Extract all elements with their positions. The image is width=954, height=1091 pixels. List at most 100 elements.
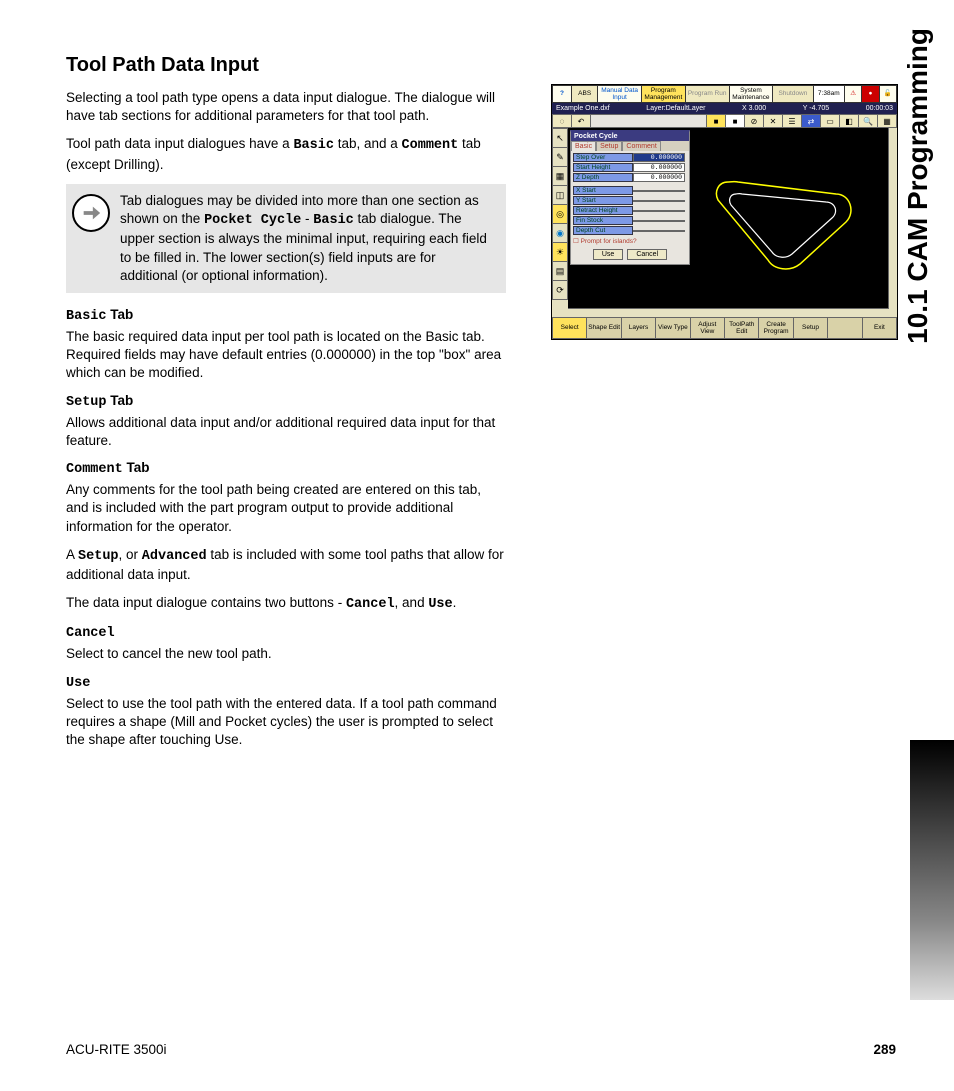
side-gradient (910, 740, 954, 1000)
bb-blank (828, 317, 862, 339)
bb-view-type[interactable]: View Type (656, 317, 690, 339)
bb-setup[interactable]: Setup (794, 317, 828, 339)
toolbar-2: ◌ ↶ ■ ■ ⊘ ✕ ☰ ⇄ ▭ ◧ 🔍 ▦ (552, 114, 897, 128)
tool2-list-icon[interactable]: ☰ (783, 114, 802, 128)
cancel-text: Select to cancel the new tool path. (66, 645, 506, 663)
left-tool-8[interactable]: ▤ (552, 262, 568, 281)
warning-icon[interactable]: ⚠ (845, 85, 862, 103)
app-screenshot: ? ABS Manual Data Input Program Manageme… (551, 84, 898, 340)
help-button[interactable]: ? (552, 85, 572, 103)
ruler-horizontal (568, 308, 897, 317)
field-label: Retract Height (573, 206, 633, 215)
left-tool-2[interactable]: ✎ (552, 148, 568, 167)
intro-paragraph-1: Selecting a tool path type opens a data … (66, 89, 506, 125)
comment-tab-heading: Comment Tab (66, 460, 506, 477)
page-footer: ACU-RITE 3500i 289 (66, 1042, 896, 1057)
field-value[interactable] (633, 230, 685, 232)
tool2-slash-icon[interactable]: ⊘ (745, 114, 764, 128)
footer-product: ACU-RITE 3500i (66, 1042, 167, 1057)
field-value[interactable] (633, 210, 685, 212)
page-number: 289 (873, 1042, 896, 1057)
tool2-layers-icon[interactable]: ◧ (840, 114, 859, 128)
bb-select[interactable]: Select (552, 317, 587, 339)
field-label: Start Height (573, 163, 633, 172)
field-value[interactable] (633, 220, 685, 222)
left-tool-9[interactable]: ⟳ (552, 281, 568, 300)
pocket-shape (708, 164, 858, 274)
status-layer: Layer:DefaultLayer (646, 105, 705, 112)
setup-tab-heading: Setup Tab (66, 393, 506, 410)
bb-adjust-view[interactable]: Adjust View (691, 317, 725, 339)
program-run-button[interactable]: Program Run (686, 85, 730, 103)
field-value[interactable] (633, 190, 685, 192)
shutdown-button[interactable]: Shutdown (773, 85, 813, 103)
status-y: Y -4.705 (803, 105, 829, 112)
left-tool-5[interactable]: ◎ (552, 205, 568, 224)
field-label: Y Start (573, 196, 633, 205)
field-value[interactable]: 0.000000 (633, 153, 685, 162)
left-tool-3[interactable]: ▦ (552, 167, 568, 186)
status-time: 00:00:03 (866, 105, 893, 112)
left-tool-4[interactable]: ◫ (552, 186, 568, 205)
bb-layers[interactable]: Layers (622, 317, 656, 339)
status-file: Example One.dxf (556, 105, 610, 112)
tool2-icon-3[interactable] (591, 114, 707, 128)
manual-data-input-button[interactable]: Manual Data Input (598, 85, 642, 103)
advanced-tab-text: A Setup, or Advanced tab is included wit… (66, 546, 506, 584)
figure-column: ? ABS Manual Data Input Program Manageme… (551, 54, 896, 340)
bb-exit[interactable]: Exit (863, 317, 897, 339)
bottom-bar: Select Shape Edit Layers View Type Adjus… (552, 317, 897, 339)
top-bar: ? ABS Manual Data Input Program Manageme… (552, 85, 897, 103)
dialog-tab-setup[interactable]: Setup (596, 141, 622, 151)
note-box: Tab dialogues may be divided into more t… (66, 184, 506, 293)
dialog-tab-comment[interactable]: Comment (622, 141, 660, 151)
side-section-label: 10.1 CAM Programming (902, 28, 934, 344)
use-heading: Use (66, 674, 506, 691)
cancel-heading: Cancel (66, 624, 506, 641)
bb-shape-edit[interactable]: Shape Edit (587, 317, 621, 339)
bb-create-program[interactable]: Create Program (759, 317, 793, 339)
page-content: Tool Path Data Input Selecting a tool pa… (66, 54, 896, 759)
bb-toolpath-edit[interactable]: ToolPath Edit (725, 317, 759, 339)
tool2-icon-2[interactable]: ↶ (572, 114, 591, 128)
prompt-islands[interactable]: ☐ Prompt for islands? (573, 237, 687, 245)
field-label: Fin Stock (573, 216, 633, 225)
tool2-rect-icon[interactable]: ▭ (821, 114, 840, 128)
intro-paragraph-2: Tool path data input dialogues have a Ba… (66, 135, 506, 173)
status-bar: Example One.dxf Layer:DefaultLayer X 3.0… (552, 103, 897, 114)
status-x: X 3.000 (742, 105, 766, 112)
alert-icon[interactable]: ● (862, 85, 879, 103)
lock-icon[interactable]: 🔓 (880, 85, 897, 103)
use-button[interactable]: Use (593, 249, 623, 260)
system-maintenance-button[interactable]: System Maintenance (730, 85, 774, 103)
drawing-canvas[interactable]: Pocket Cycle Basic Setup Comment Step Ov… (568, 128, 897, 317)
field-value[interactable]: 0.000000 (633, 173, 685, 182)
basic-tab-heading: Basic Tab (66, 307, 506, 324)
tool2-search-icon[interactable]: 🔍 (859, 114, 878, 128)
setup-tab-text: Allows additional data input and/or addi… (66, 414, 506, 450)
field-value[interactable]: 0.000000 (633, 163, 685, 172)
field-label: X Start (573, 186, 633, 195)
use-text: Select to use the tool path with the ent… (66, 695, 506, 750)
pocket-cycle-dialog: Pocket Cycle Basic Setup Comment Step Ov… (570, 130, 690, 265)
tool2-link-icon[interactable]: ⇄ (802, 114, 821, 128)
tool2-x-icon[interactable]: ✕ (764, 114, 783, 128)
program-management-button[interactable]: Program Management (642, 85, 686, 103)
cancel-button[interactable]: Cancel (627, 249, 667, 260)
ruler-vertical (888, 128, 897, 309)
left-tool-1[interactable]: ↖ (552, 128, 568, 148)
time-display: 7:38am (814, 85, 845, 103)
left-tool-7[interactable]: ☀ (552, 243, 568, 262)
tool2-color-1[interactable]: ■ (707, 114, 726, 128)
tool2-color-2[interactable]: ■ (726, 114, 745, 128)
field-label: Z Depth (573, 173, 633, 182)
abs-button[interactable]: ABS (572, 85, 598, 103)
field-value[interactable] (633, 200, 685, 202)
arrow-right-icon (72, 194, 110, 232)
dialog-tab-basic[interactable]: Basic (571, 141, 596, 151)
dialog-title: Pocket Cycle (571, 132, 689, 141)
basic-tab-text: The basic required data input per tool p… (66, 328, 506, 383)
tool2-grid-icon[interactable]: ▦ (878, 114, 897, 128)
tool2-icon-1[interactable]: ◌ (552, 114, 572, 128)
left-tool-6[interactable]: ◉ (552, 224, 568, 243)
